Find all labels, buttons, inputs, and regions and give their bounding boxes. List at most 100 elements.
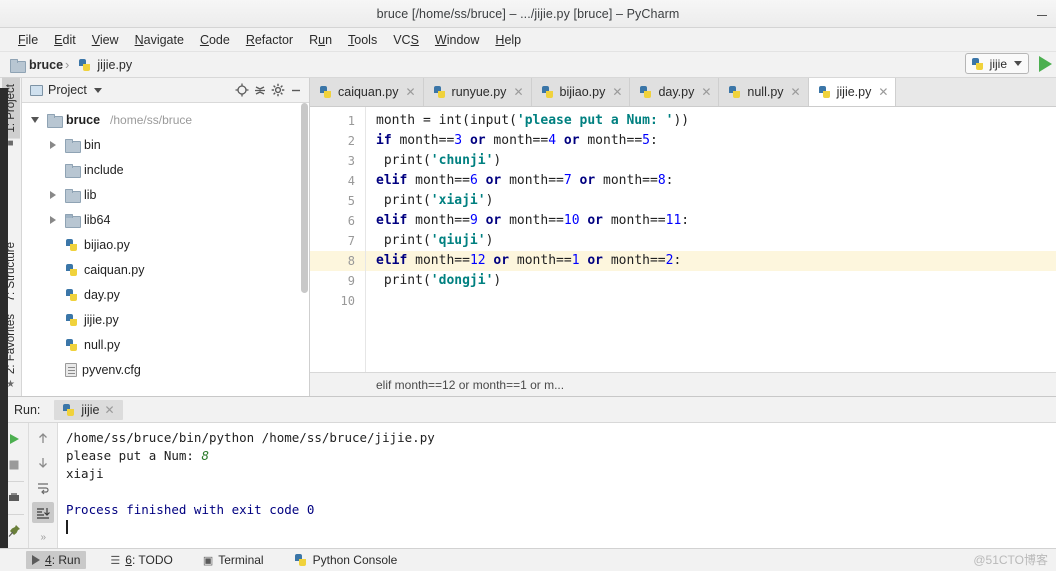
breadcrumb-item-bruce[interactable]: bruce bbox=[10, 58, 63, 73]
close-icon[interactable]: ✕ bbox=[405, 85, 415, 99]
code-line[interactable]: month = int(input('please put a Num: ')) bbox=[366, 111, 1056, 131]
status-item-label: 6: TODO bbox=[125, 553, 173, 567]
menu-item-refactor[interactable]: Refactor bbox=[238, 31, 301, 49]
code-token: if bbox=[376, 133, 392, 148]
menu-item-navigate[interactable]: Navigate bbox=[127, 31, 192, 49]
close-icon[interactable]: ✕ bbox=[701, 85, 711, 99]
code-token: input bbox=[469, 113, 510, 128]
scroll-to-end-icon[interactable] bbox=[32, 502, 55, 524]
tree-node-label: null.py bbox=[84, 337, 121, 352]
tree-node-bijiao-py[interactable]: bijiao.py bbox=[22, 232, 309, 257]
close-icon[interactable]: ✕ bbox=[104, 403, 114, 417]
menu-item-vcs[interactable]: VCS bbox=[385, 31, 427, 49]
tree-scrollbar[interactable] bbox=[301, 103, 308, 293]
code-token: 1 bbox=[571, 253, 580, 268]
code-line[interactable]: elif month==9 or month==10 or month==11: bbox=[366, 211, 1056, 231]
tree-node-day-py[interactable]: day.py bbox=[22, 282, 309, 307]
code-token: elif bbox=[376, 253, 408, 268]
code-line[interactable] bbox=[366, 291, 1056, 311]
project-panel-title-group[interactable]: Project bbox=[30, 83, 102, 97]
line-number: 5 bbox=[347, 194, 355, 208]
menu-item-edit[interactable]: Edit bbox=[46, 31, 84, 49]
tree-node-jijie-py[interactable]: jijie.py bbox=[22, 307, 309, 332]
chevron-right-icon[interactable] bbox=[46, 140, 60, 149]
menu-item-file[interactable]: File bbox=[10, 31, 46, 49]
chevron-down-icon[interactable] bbox=[93, 87, 102, 93]
breadcrumb-item-jijie-py[interactable]: jijie.py bbox=[63, 57, 132, 72]
close-icon[interactable]: ✕ bbox=[513, 85, 523, 99]
code-line[interactable]: if month==3 or month==4 or month==5: bbox=[366, 131, 1056, 151]
code-token: month== bbox=[603, 253, 666, 268]
run-button[interactable] bbox=[1039, 55, 1052, 72]
tree-node-null-py[interactable]: null.py bbox=[22, 332, 309, 357]
locate-icon[interactable] bbox=[233, 81, 251, 99]
run-console-output[interactable]: /home/ss/bruce/bin/python /home/ss/bruce… bbox=[58, 423, 1056, 548]
code-line[interactable]: print('qiuji') bbox=[366, 231, 1056, 251]
tree-node-include[interactable]: include bbox=[22, 157, 309, 182]
menu-item-help[interactable]: Help bbox=[487, 31, 529, 49]
up-arrow-icon[interactable] bbox=[32, 428, 54, 449]
code-content[interactable]: month = int(input('please put a Num: '))… bbox=[366, 107, 1056, 372]
code-line[interactable]: print('chunji') bbox=[366, 151, 1056, 171]
line-number: 2 bbox=[347, 134, 355, 148]
python-file-icon bbox=[971, 57, 985, 71]
python-file-icon bbox=[639, 85, 653, 99]
editor-tabs: caiquan.py ✕ runyue.py ✕ bijiao.py ✕ day.py ✕ nu… bbox=[310, 78, 1056, 107]
tree-node-label: include bbox=[84, 162, 124, 177]
menu-item-window[interactable]: Window bbox=[427, 31, 487, 49]
code-token: month== bbox=[407, 253, 470, 268]
code-line[interactable]: print('dongji') bbox=[366, 271, 1056, 291]
code-editor[interactable]: 1 2 3 4 5 6 7 8 9 10 month = int(input('please pu… bbox=[310, 107, 1056, 372]
code-token: : bbox=[673, 253, 682, 268]
expand-icon[interactable]: » bbox=[32, 527, 54, 548]
status-item-python-console[interactable]: Python Console bbox=[288, 551, 404, 569]
tree-node-lib64[interactable]: lib64 bbox=[22, 207, 309, 232]
menu-item-code[interactable]: Code bbox=[192, 31, 238, 49]
close-icon[interactable]: ✕ bbox=[878, 85, 888, 99]
run-tab-jijie[interactable]: jijie ✕ bbox=[54, 399, 123, 420]
code-token: month== bbox=[501, 173, 564, 188]
minimize-icon[interactable] bbox=[287, 81, 305, 99]
editor-tab-jijie-py[interactable]: jijie.py ✕ bbox=[808, 78, 897, 106]
chevron-down-icon[interactable] bbox=[28, 116, 42, 123]
editor-tab-runyue-py[interactable]: runyue.py ✕ bbox=[423, 78, 532, 106]
minimize-icon[interactable] bbox=[1034, 5, 1050, 21]
python-file-icon bbox=[65, 288, 79, 302]
tree-node-caiquan-py[interactable]: caiquan.py bbox=[22, 257, 309, 282]
chevron-right-icon[interactable] bbox=[46, 215, 60, 224]
soft-wrap-icon[interactable] bbox=[32, 478, 54, 499]
project-tree[interactable]: bruce/home/ss/bruce bin include lib lib64 bij… bbox=[22, 103, 309, 396]
down-arrow-icon[interactable] bbox=[32, 453, 54, 474]
run-configuration-selector[interactable]: jijie bbox=[964, 53, 1029, 74]
gear-icon[interactable] bbox=[269, 81, 287, 99]
editor-tab-caiquan-py[interactable]: caiquan.py ✕ bbox=[310, 78, 424, 106]
code-token: ( bbox=[509, 113, 517, 128]
code-line[interactable]: elif month==12 or month==1 or month==2: bbox=[366, 251, 1056, 271]
tree-node-pyvenv-cfg[interactable]: pyvenv.cfg bbox=[22, 357, 309, 382]
python-file-icon bbox=[78, 58, 92, 72]
status-item-6-todo[interactable]: ☰ 6: TODO bbox=[104, 551, 178, 569]
status-item-terminal[interactable]: ▣ Terminal bbox=[197, 551, 270, 569]
line-number: 10 bbox=[340, 294, 355, 308]
editor-tab-day-py[interactable]: day.py ✕ bbox=[630, 78, 720, 106]
close-icon[interactable]: ✕ bbox=[612, 85, 622, 99]
code-line[interactable]: elif month==6 or month==7 or month==8: bbox=[366, 171, 1056, 191]
python-file-icon bbox=[319, 85, 333, 99]
editor-area: caiquan.py ✕ runyue.py ✕ bijiao.py ✕ day.py ✕ nu… bbox=[310, 78, 1056, 396]
close-icon[interactable]: ✕ bbox=[791, 85, 801, 99]
editor-tab-bijiao-py[interactable]: bijiao.py ✕ bbox=[531, 78, 631, 106]
code-line[interactable]: print('xiaji') bbox=[366, 191, 1056, 211]
tree-node-lib[interactable]: lib bbox=[22, 182, 309, 207]
editor-tab-null-py[interactable]: null.py ✕ bbox=[719, 78, 809, 106]
menu-item-view[interactable]: View bbox=[84, 31, 127, 49]
collapse-all-icon[interactable] bbox=[251, 81, 269, 99]
menu-item-run[interactable]: Run bbox=[301, 31, 340, 49]
tree-node-bin[interactable]: bin bbox=[22, 132, 309, 157]
console-line: xiaji bbox=[66, 465, 1056, 483]
code-token: 3 bbox=[454, 133, 463, 148]
tree-node-bruce[interactable]: bruce/home/ss/bruce bbox=[22, 107, 309, 132]
menu-item-tools[interactable]: Tools bbox=[340, 31, 385, 49]
chevron-right-icon[interactable] bbox=[46, 190, 60, 199]
code-token: 11 bbox=[665, 213, 682, 228]
status-item-4-run[interactable]: 4: Run bbox=[26, 551, 87, 569]
